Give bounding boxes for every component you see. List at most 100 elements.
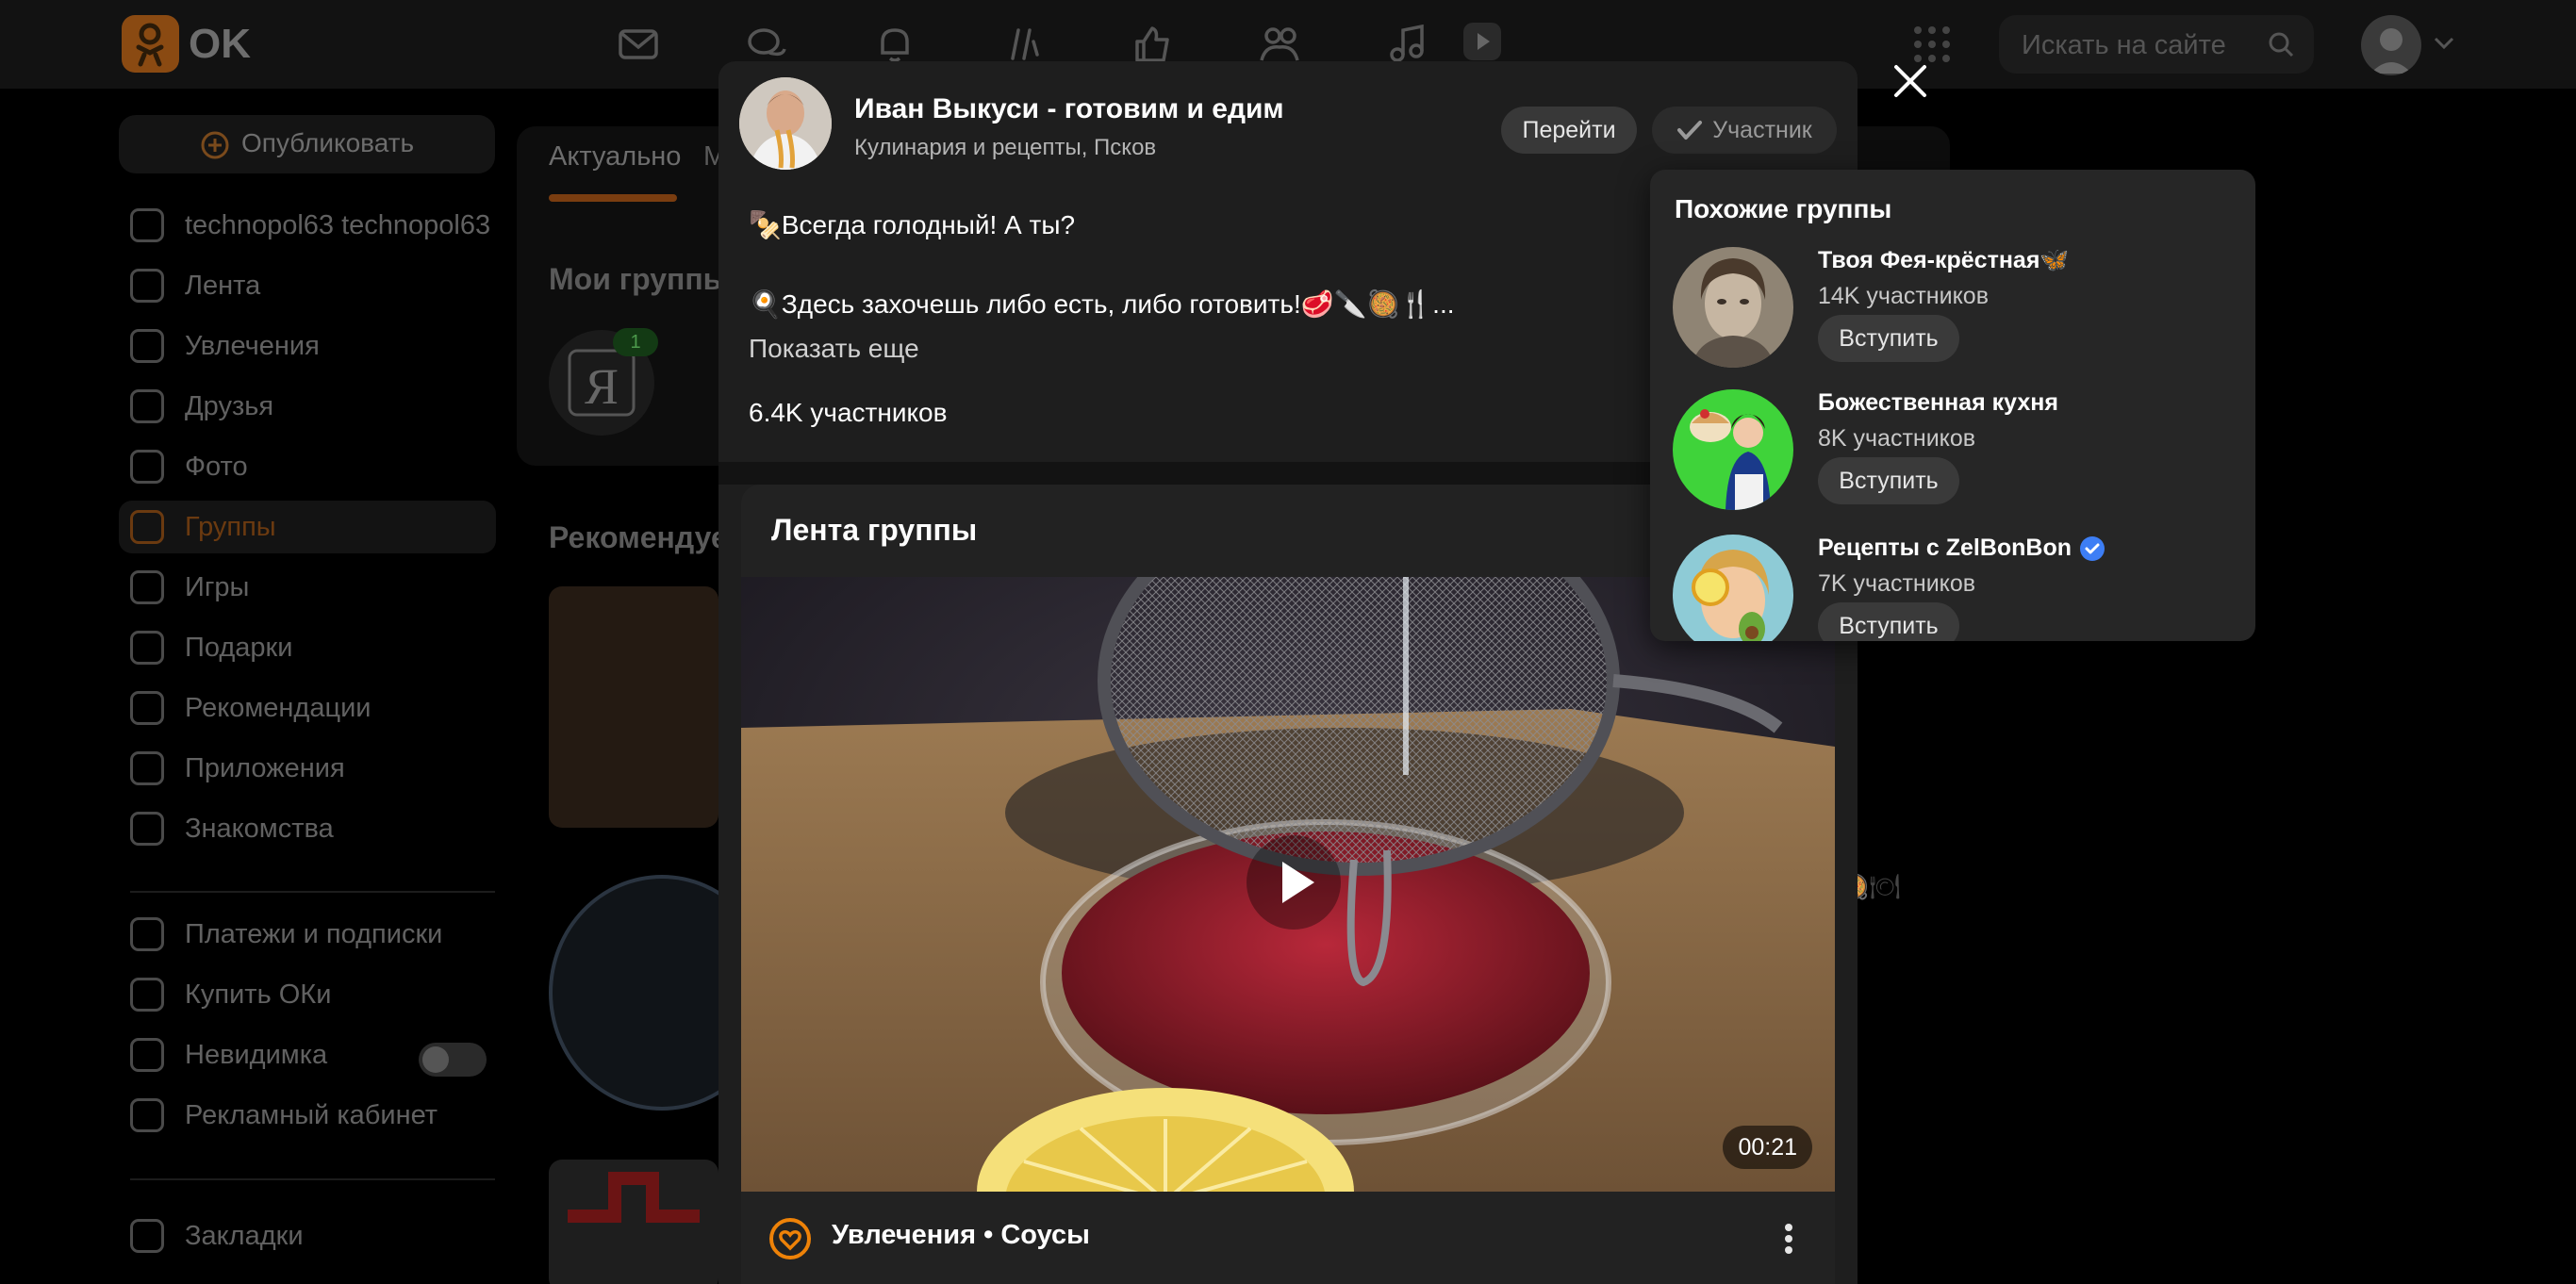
hobby-icon[interactable] xyxy=(1001,23,1045,66)
photo-icon xyxy=(130,450,164,484)
sidebar-item-bookmarks[interactable]: Закладки xyxy=(130,1213,304,1259)
member-button[interactable]: Участник xyxy=(1652,107,1837,154)
description-line: 🍳Здесь захочешь либо есть, либо готовить… xyxy=(749,289,1455,319)
sidebar-item-label: Увлечения xyxy=(185,330,320,361)
feed-title: Лента группы xyxy=(771,513,978,547)
video-icon[interactable] xyxy=(1461,21,1503,62)
avatar[interactable] xyxy=(2361,15,2421,75)
show-more-link[interactable]: Показать еще xyxy=(749,334,919,364)
sidebar-item-ads[interactable]: Рекламный кабинет xyxy=(130,1093,438,1138)
video-player[interactable]: 00:21 xyxy=(741,577,1835,1192)
join-button[interactable]: Вступить xyxy=(1818,315,1959,362)
search-box[interactable]: Искать на сайте xyxy=(1999,15,2314,74)
hearts-icon xyxy=(130,812,164,846)
sidebar-item-label: Фото xyxy=(185,451,248,482)
sidebar-item-apps[interactable]: Приложения xyxy=(130,746,345,791)
ok-logo-icon[interactable] xyxy=(122,15,179,73)
description-line: 🍢Всегда голодный! А ты? xyxy=(749,210,1076,239)
post-topic[interactable]: Увлечения • Соусы xyxy=(832,1220,1090,1251)
sidebar-item-feed[interactable]: Лента xyxy=(130,263,260,308)
search-icon[interactable] xyxy=(2267,30,2295,58)
sidebar-item-label: Рекламный кабинет xyxy=(185,1099,438,1130)
sidebar-item-games[interactable]: Игры xyxy=(130,565,249,610)
hobby-icon xyxy=(130,329,164,363)
similar-group-item[interactable]: Рецепты с ZelBonBon 7K участников Вступи… xyxy=(1673,535,2238,641)
similar-group-name-text[interactable]: Твоя Фея-крёстная🦋 xyxy=(1818,247,2070,274)
logo-text: OK xyxy=(189,21,251,67)
svg-text:Я: Я xyxy=(585,358,619,415)
join-button[interactable]: Вступить xyxy=(1818,602,1959,641)
similar-group-avatar[interactable] xyxy=(1673,535,1793,641)
similar-group-members: 8K участников xyxy=(1818,425,1976,452)
popup-title: Похожие группы xyxy=(1675,194,1892,223)
friends-icon[interactable] xyxy=(1258,23,1301,66)
sidebar-item-hobbies[interactable]: Увлечения xyxy=(130,323,320,369)
similar-group-name[interactable]: Рецепты с ZelBonBon xyxy=(1818,535,2105,562)
my-groups-heading: Мои группы xyxy=(549,262,729,296)
home-icon xyxy=(130,269,164,303)
recommended-heading: Рекомендуе xyxy=(549,520,728,554)
sidebar-item-label: Приложения xyxy=(185,752,345,783)
tab-underline xyxy=(549,194,677,202)
sidebar-item-photos[interactable]: Фото xyxy=(130,444,248,489)
bell-icon[interactable] xyxy=(873,23,916,66)
bookmark-icon xyxy=(130,1219,164,1253)
sidebar-item-label: technopol63 technopol63 xyxy=(185,209,491,240)
apps-grid-icon[interactable] xyxy=(1910,23,1954,66)
group-name[interactable]: Иван Выкуси - готовим и едим xyxy=(854,93,1284,125)
sidebar-item-invisible[interactable]: Невидимка xyxy=(130,1032,327,1078)
go-to-group-button[interactable]: Перейти xyxy=(1501,107,1637,154)
sidebar-item-friends[interactable]: Друзья xyxy=(130,384,273,429)
similar-group-name-text[interactable]: Божественная кухня xyxy=(1818,389,2058,417)
sidebar-item-label: Купить ОКи xyxy=(185,979,332,1010)
similar-group-name[interactable]: Божественная кухня xyxy=(1818,389,2058,417)
group-avatar[interactable] xyxy=(739,77,832,170)
recommended-image[interactable] xyxy=(549,1160,718,1284)
verified-icon xyxy=(2080,535,2105,561)
similar-group-avatar[interactable] xyxy=(1673,389,1793,510)
similar-group-item[interactable]: Божественная кухня 8K участников Вступит… xyxy=(1673,389,2238,521)
apps-icon xyxy=(130,751,164,785)
kebab-menu-icon[interactable] xyxy=(1775,1220,1803,1258)
sidebar-item-label: Игры xyxy=(185,571,250,602)
publish-button[interactable]: Опубликовать xyxy=(119,115,495,173)
sidebar-divider xyxy=(130,1178,495,1180)
members-count[interactable]: 6.4K участников xyxy=(749,398,947,428)
profile-icon xyxy=(130,208,164,242)
invisible-toggle[interactable] xyxy=(419,1043,487,1077)
chat-icon[interactable] xyxy=(745,23,788,66)
sidebar-item-gifts[interactable]: Подарки xyxy=(130,625,292,670)
gift-icon xyxy=(130,631,164,665)
wallet-icon xyxy=(130,917,164,951)
sidebar-item-label: Подарки xyxy=(185,632,293,663)
mail-icon[interactable] xyxy=(617,23,660,66)
similar-group-name[interactable]: Твоя Фея-крёстная🦋 xyxy=(1818,247,2070,274)
gamepad-icon xyxy=(130,570,164,604)
similar-groups-popup: Похожие группы Твоя Фея-крёстная🦋 14K уч… xyxy=(1650,170,2255,641)
hobby-orange-icon xyxy=(769,1218,811,1259)
sidebar-item-label: Группы xyxy=(185,511,276,542)
similar-group-members: 14K участников xyxy=(1818,283,1989,309)
sidebar-item-profile[interactable]: technopol63 technopol63 xyxy=(130,203,490,248)
join-button[interactable]: Вступить xyxy=(1818,457,1959,504)
close-icon[interactable] xyxy=(1891,62,1929,100)
similar-group-item[interactable]: Твоя Фея-крёстная🦋 14K участников Вступи… xyxy=(1673,247,2238,379)
recommended-image[interactable] xyxy=(549,586,718,828)
music-icon[interactable] xyxy=(1386,23,1429,66)
similar-group-avatar[interactable] xyxy=(1673,247,1793,368)
like-icon[interactable] xyxy=(1130,23,1173,66)
sidebar-item-recommendations[interactable]: Рекомендации xyxy=(130,685,371,731)
sidebar-item-groups[interactable]: Группы xyxy=(130,504,276,550)
chevron-down-icon[interactable] xyxy=(2433,36,2455,51)
tab-actual[interactable]: Актуально xyxy=(549,141,681,173)
compass-icon xyxy=(130,691,164,725)
sidebar-item-dating[interactable]: Знакомства xyxy=(130,806,334,851)
invisible-icon xyxy=(130,1038,164,1072)
sidebar-item-buy-oks[interactable]: Купить ОКи xyxy=(130,972,331,1017)
sidebar-item-payments[interactable]: Платежи и подписки xyxy=(130,912,442,957)
groups-icon xyxy=(130,510,164,544)
play-button[interactable] xyxy=(1247,835,1341,930)
search-input[interactable]: Искать на сайте xyxy=(2022,30,2226,61)
friends-icon xyxy=(130,389,164,423)
similar-group-name-text[interactable]: Рецепты с ZelBonBon xyxy=(1818,535,2072,562)
